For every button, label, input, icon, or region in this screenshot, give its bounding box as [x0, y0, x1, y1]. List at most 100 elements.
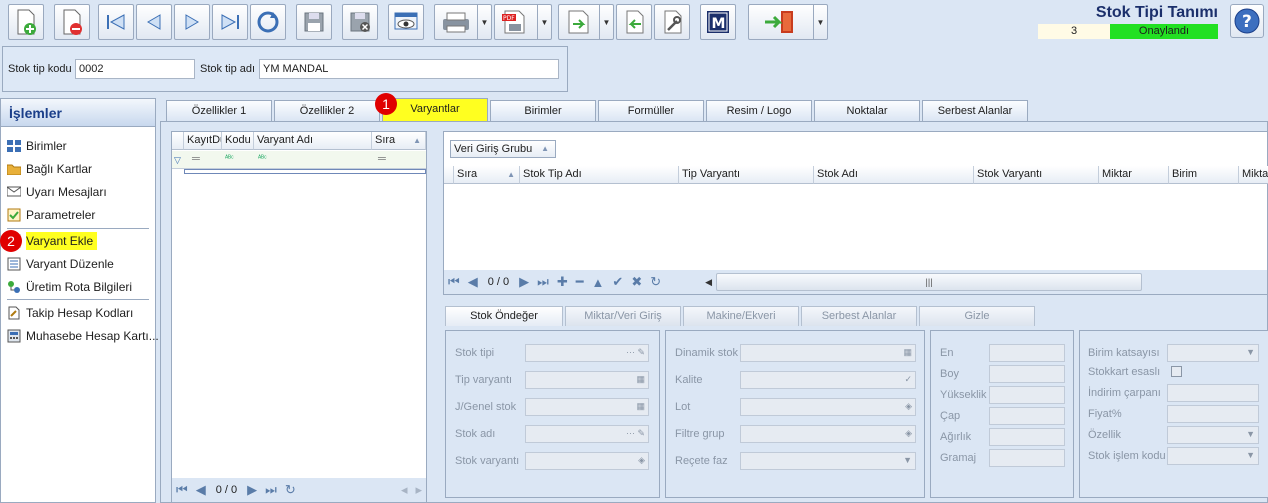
- column-header[interactable]: Miktar: [1239, 166, 1268, 184]
- subtab-stock-defaults[interactable]: Stok Öndeğer: [445, 306, 563, 326]
- discount-multiplier-field[interactable]: [1167, 384, 1259, 402]
- new-record-button[interactable]: [8, 4, 44, 40]
- pdf-dropdown-arrow[interactable]: ▼: [537, 5, 551, 39]
- previous-icon[interactable]: ◀: [196, 482, 206, 498]
- help-button[interactable]: ?: [1230, 4, 1264, 38]
- subtab-hide[interactable]: Gizle: [919, 306, 1035, 326]
- module-button[interactable]: M: [700, 4, 736, 40]
- column-header[interactable]: Birim: [1169, 166, 1239, 184]
- stockcard-based-checkbox[interactable]: [1171, 366, 1182, 377]
- feature-select[interactable]: ▼: [1167, 426, 1259, 444]
- previous-icon[interactable]: ◀: [468, 274, 478, 290]
- price-percent-field[interactable]: [1167, 405, 1259, 423]
- menu-item-parameters[interactable]: Parametreler: [7, 205, 95, 225]
- delete-record-button[interactable]: [54, 4, 90, 40]
- tab-variants[interactable]: Varyantlar: [382, 98, 488, 122]
- variant-grid[interactable]: KayıtDu Kodu Varyant Adı Sıra ▲ ▽ ═ ᴬᴮᶜ …: [171, 131, 427, 503]
- print-button[interactable]: ▼: [434, 4, 492, 40]
- subtab-machine[interactable]: Makine/Ekveri: [683, 306, 799, 326]
- diameter-field[interactable]: [989, 407, 1065, 425]
- new-row[interactable]: [184, 169, 426, 174]
- filter-row[interactable]: ▽ ═ ᴬᴮᶜ ᴬᴮᶜ ═: [172, 151, 426, 169]
- last-record-button[interactable]: [212, 4, 248, 40]
- settings-tools-button[interactable]: [654, 4, 690, 40]
- move-up-icon[interactable]: ▲: [592, 275, 605, 290]
- tab-units[interactable]: Birimler: [490, 100, 596, 122]
- print-dropdown-arrow[interactable]: ▼: [477, 5, 491, 39]
- stock-operation-code-select[interactable]: ▼: [1167, 447, 1259, 465]
- preview-button[interactable]: [388, 4, 424, 40]
- import-button[interactable]: [616, 4, 652, 40]
- first-icon[interactable]: ⏮: [448, 274, 460, 290]
- first-record-button[interactable]: [98, 4, 134, 40]
- column-header[interactable]: Sıra ▲: [454, 166, 520, 184]
- confirm-icon[interactable]: ✔: [612, 274, 623, 290]
- remove-icon[interactable]: ━: [576, 274, 584, 290]
- export-pdf-button[interactable]: PDF ▼: [494, 4, 552, 40]
- column-header[interactable]: Sıra ▲: [372, 132, 426, 150]
- stock-variant-field[interactable]: ◈: [525, 452, 649, 470]
- cancel-icon[interactable]: ✖: [631, 274, 642, 290]
- column-header[interactable]: KayıtDu: [184, 132, 222, 150]
- column-header[interactable]: Stok Tip Adı: [520, 166, 679, 184]
- add-icon[interactable]: ✚: [557, 274, 568, 290]
- first-icon[interactable]: ⏮: [176, 482, 188, 498]
- menu-item-warning-messages[interactable]: Uyarı Mesajları: [7, 182, 107, 202]
- menu-item-linked-cards[interactable]: Bağlı Kartlar: [7, 159, 92, 179]
- tab-properties-2[interactable]: Özellikler 2: [274, 100, 380, 122]
- refresh-icon[interactable]: ↻: [650, 274, 661, 290]
- column-header[interactable]: Stok Adı: [814, 166, 974, 184]
- subtab-free-fields[interactable]: Serbest Alanlar: [801, 306, 917, 326]
- refresh-icon[interactable]: ↻: [285, 482, 296, 498]
- width-field[interactable]: [989, 344, 1065, 362]
- dynamic-stock-field[interactable]: ▦: [740, 344, 916, 362]
- recipe-phase-select[interactable]: ▼: [740, 452, 916, 470]
- stock-name-field[interactable]: ··· ✎: [525, 425, 649, 443]
- tab-points[interactable]: Noktalar: [814, 100, 920, 122]
- stock-type-name-input[interactable]: YM MANDAL: [259, 59, 559, 79]
- column-header[interactable]: Stok Varyantı: [974, 166, 1099, 184]
- horizontal-scrollbar[interactable]: |||: [716, 273, 1143, 291]
- scroll-left-icon[interactable]: ◂: [401, 482, 408, 498]
- lot-field[interactable]: ◈: [740, 398, 916, 416]
- last-icon[interactable]: ⏭: [265, 482, 277, 498]
- group-by-header[interactable]: Veri Giriş Grubu ▲: [450, 140, 556, 158]
- refresh-button[interactable]: [250, 4, 286, 40]
- exit-dropdown-arrow[interactable]: ▼: [813, 5, 827, 39]
- next-icon[interactable]: ▶: [247, 482, 257, 498]
- gramage-field[interactable]: [989, 449, 1065, 467]
- stock-type-field[interactable]: ··· ✎: [525, 344, 649, 362]
- tab-formulas[interactable]: Formüller: [598, 100, 704, 122]
- tab-free-fields[interactable]: Serbest Alanlar: [922, 100, 1028, 122]
- previous-record-button[interactable]: [136, 4, 172, 40]
- quality-field[interactable]: ✓: [740, 371, 916, 389]
- column-header[interactable]: Miktar: [1099, 166, 1169, 184]
- length-field[interactable]: [989, 365, 1065, 383]
- tab-image-logo[interactable]: Resim / Logo: [706, 100, 812, 122]
- type-variant-field[interactable]: ▦: [525, 371, 649, 389]
- scroll-right-icon[interactable]: ▸: [415, 482, 422, 498]
- menu-item-production-route[interactable]: Üretim Rota Bilgileri: [7, 277, 132, 297]
- next-icon[interactable]: ▶: [519, 274, 529, 290]
- next-record-button[interactable]: [174, 4, 210, 40]
- height-field[interactable]: [989, 386, 1065, 404]
- detail-grid[interactable]: Veri Giriş Grubu ▲ Sıra ▲ Stok Tip Adı T…: [443, 131, 1268, 295]
- filter-group-field[interactable]: ◈: [740, 425, 916, 443]
- scroll-left-icon[interactable]: ◀: [705, 277, 712, 288]
- column-header[interactable]: Tip Varyantı: [679, 166, 814, 184]
- general-stock-field[interactable]: ▦: [525, 398, 649, 416]
- export-dropdown-arrow[interactable]: ▼: [599, 5, 613, 39]
- stock-type-code-input[interactable]: 0002: [75, 59, 195, 79]
- exit-button[interactable]: ▼: [748, 4, 828, 40]
- weight-field[interactable]: [989, 428, 1065, 446]
- tab-properties-1[interactable]: Özellikler 1: [166, 100, 272, 122]
- menu-item-units[interactable]: Birimler: [7, 136, 67, 156]
- column-header[interactable]: Varyant Adı: [254, 132, 372, 150]
- save-close-button[interactable]: [342, 4, 378, 40]
- menu-item-accounting-card[interactable]: Muhasebe Hesap Kartı...: [7, 326, 159, 346]
- last-icon[interactable]: ⏭: [537, 274, 549, 290]
- column-header[interactable]: Kodu: [222, 132, 254, 150]
- unit-factor-select[interactable]: ▼: [1167, 344, 1259, 362]
- save-button[interactable]: [296, 4, 332, 40]
- subtab-quantity-entry[interactable]: Miktar/Veri Giriş: [565, 306, 681, 326]
